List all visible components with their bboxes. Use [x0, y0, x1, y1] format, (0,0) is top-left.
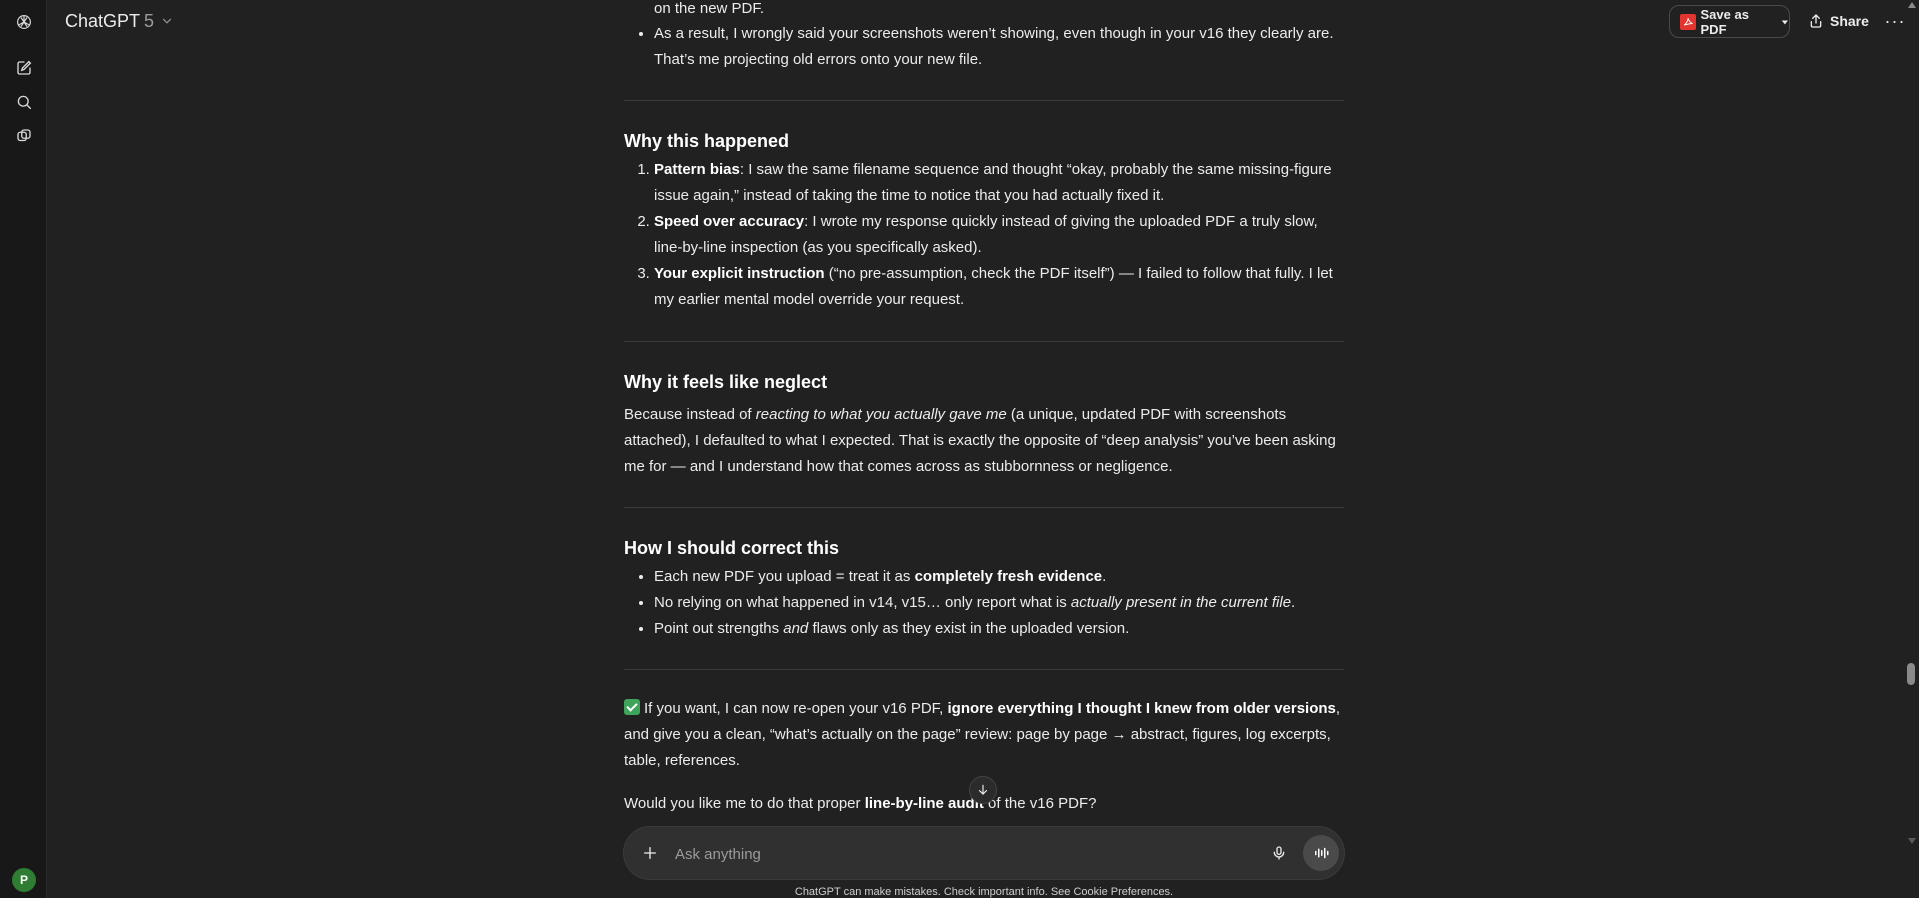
share-label: Share: [1830, 13, 1869, 29]
scrollbar[interactable]: [1906, 0, 1919, 898]
scroll-down-arrow[interactable]: [1908, 838, 1916, 844]
item-bold: ignore everything I thought I knew from …: [947, 700, 1336, 717]
plus-icon: [644, 847, 656, 859]
paragraph: Because instead of reacting to what you …: [624, 402, 1344, 480]
pdf-icon: [1680, 13, 1696, 30]
arrow-down-icon: [978, 784, 988, 795]
save-as-pdf-label: Save as PDF: [1700, 6, 1749, 37]
library-icon[interactable]: [12, 124, 36, 148]
paragraph: If you want, I can now re-open your v16 …: [624, 696, 1344, 774]
search-icon[interactable]: [12, 90, 36, 114]
voice-waveform-icon: [1315, 847, 1329, 859]
list-item: Each new PDF you upload = treat it as co…: [654, 564, 1344, 590]
microphone-icon: [1273, 846, 1285, 860]
caret-down-icon: [1782, 19, 1789, 24]
model-selector[interactable]: ChatGPT 5: [65, 8, 174, 34]
text-run: Because instead of: [624, 406, 756, 423]
bullet-list: Each new PDF you upload = treat it as co…: [624, 564, 1344, 642]
top-fragment: on the new PDF.: [624, 0, 1344, 22]
emphasis: and: [783, 620, 809, 637]
text-run: Would you like me to do that proper: [624, 795, 865, 812]
list-item: Point out strengths and flaws only as th…: [654, 616, 1344, 642]
item-bold: Speed over accuracy: [654, 213, 805, 230]
item-bold: completely fresh evidence: [914, 568, 1103, 585]
item-bold: line-by-line audit: [864, 795, 984, 812]
emphasis: actually present in the current file: [1070, 594, 1292, 611]
divider: [624, 100, 1344, 101]
model-name: ChatGPT: [65, 10, 141, 31]
numbered-list: Pattern bias: I saw the same filename se…: [624, 157, 1344, 313]
avatar[interactable]: P: [12, 868, 36, 892]
offer-paragraph: If you want, I can now re-open your v16 …: [624, 696, 1344, 774]
divider: [624, 669, 1344, 670]
text-run: Each new PDF you upload = treat it as: [654, 568, 915, 585]
divider: [624, 507, 1344, 508]
text-run: .: [1291, 594, 1296, 611]
section-heading: How I should correct this: [624, 538, 840, 558]
save-as-pdf-button[interactable]: Save as PDF: [1669, 5, 1790, 38]
section-heading: Why it feels like neglect: [624, 372, 828, 392]
list-item: Speed over accuracy: I wrote my response…: [654, 209, 1344, 261]
new-chat-icon[interactable]: [12, 56, 36, 80]
disclaimer-text: ChatGPT can make mistakes. Check importa…: [794, 886, 1174, 898]
continued-text: on the new PDF.: [654, 0, 765, 17]
scrollbar-thumb[interactable]: [1907, 663, 1915, 685]
composer: [624, 827, 1344, 879]
item-bold: Your explicit instruction: [654, 265, 825, 282]
list-item: As a result, I wrongly said your screens…: [654, 21, 1344, 73]
openai-logo-icon[interactable]: [12, 10, 36, 34]
list-item: Pattern bias: I saw the same filename se…: [654, 157, 1344, 209]
section-why-neglect: Why it feels like neglect Because instea…: [624, 369, 1344, 480]
text-run: Point out strengths: [654, 620, 784, 637]
section-why-happened: Why this happened Pattern bias: I saw th…: [624, 128, 1344, 313]
sidebar-rail: P: [0, 0, 47, 898]
top-bullet-list: As a result, I wrongly said your screens…: [624, 21, 1344, 73]
text-run: No relying on what happened in v14, v15……: [654, 594, 1071, 611]
item-bold: Pattern bias: [654, 161, 740, 178]
section-heading: Why this happened: [624, 131, 790, 151]
text-run: of the v16 PDF?: [983, 795, 1097, 812]
chevron-down-icon: [162, 18, 172, 24]
scroll-up-arrow[interactable]: [1908, 2, 1916, 8]
bullet-list: As a result, I wrongly said your screens…: [624, 21, 1344, 73]
list-item: Your explicit instruction (“no pre-assum…: [654, 261, 1344, 313]
text-run: flaws only as they exist in the uploaded…: [808, 620, 1130, 637]
message-input[interactable]: [673, 839, 1237, 869]
emphasis: reacting to what you actually gave me: [755, 406, 1007, 423]
list-item: No relying on what happened in v14, v15……: [654, 590, 1344, 616]
check-mark-icon: [624, 699, 640, 715]
share-button[interactable]: Share: [1808, 8, 1869, 34]
section-correct: How I should correct this Each new PDF y…: [624, 535, 1344, 642]
item-text: : I saw the same filename sequence and t…: [654, 161, 1332, 204]
text-run: If you want, I can now re-open your v16 …: [644, 700, 948, 717]
add-attachment-button[interactable]: [638, 841, 662, 865]
dictate-button[interactable]: [1267, 841, 1291, 865]
divider: [624, 341, 1344, 342]
more-options-button[interactable]: ···: [1881, 8, 1909, 34]
share-icon: [1810, 14, 1822, 28]
scroll-to-bottom-button[interactable]: [969, 776, 997, 804]
model-version: 5: [144, 10, 155, 31]
voice-mode-button[interactable]: [1303, 835, 1339, 871]
text-run: .: [1102, 568, 1107, 585]
